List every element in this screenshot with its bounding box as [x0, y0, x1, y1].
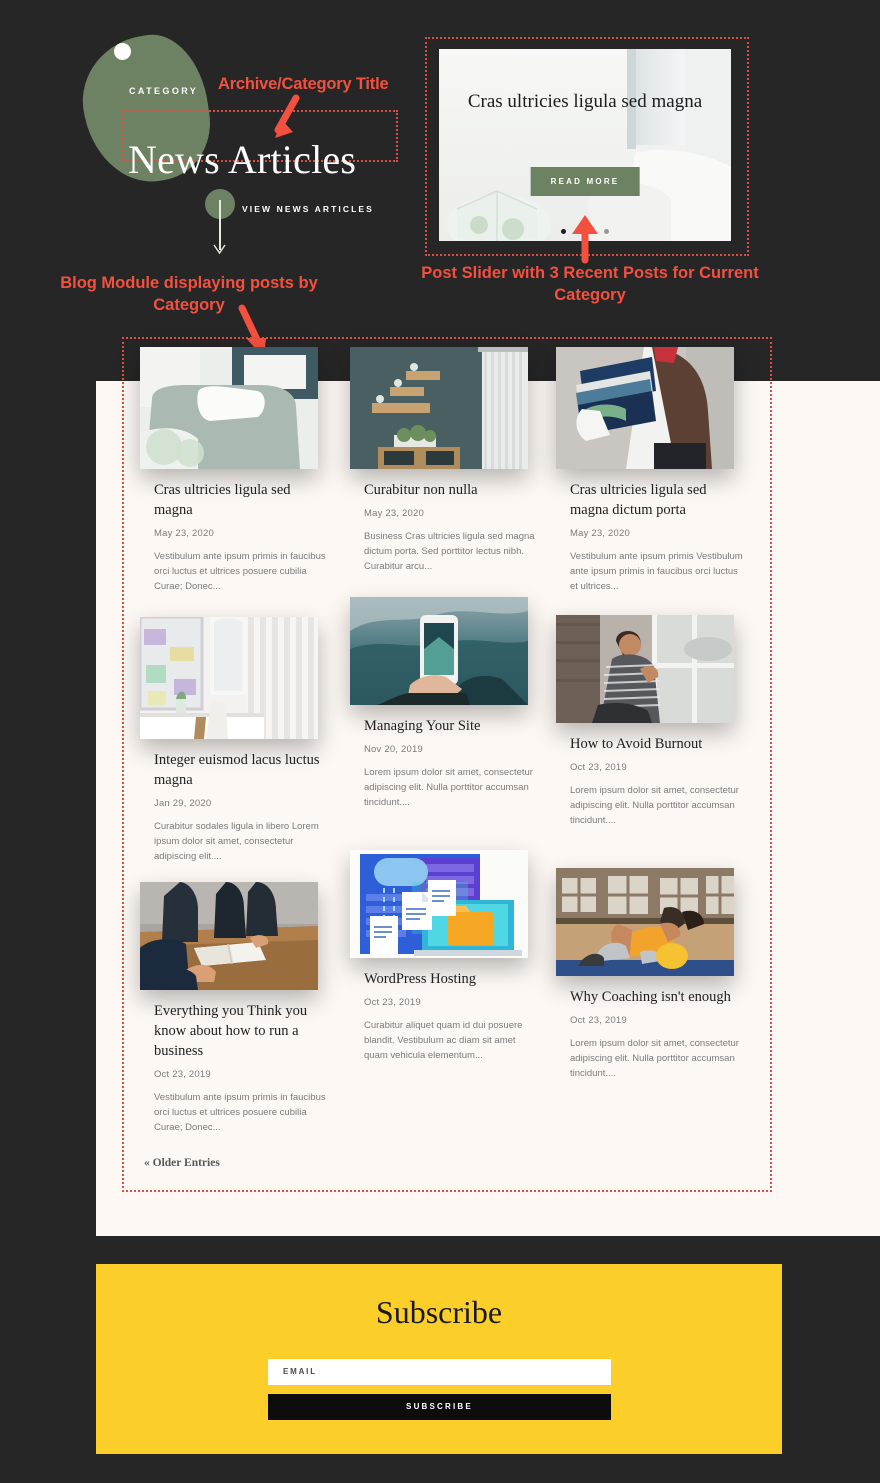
post-excerpt: Curabitur aliquet quam id dui posuere bl…: [364, 1020, 523, 1061]
subscribe-title: Subscribe: [375, 1294, 503, 1330]
post-thumbnail[interactable]: [556, 615, 734, 723]
annotation-blog-module: Blog Module displaying posts by Category: [60, 274, 318, 314]
post-thumbnail[interactable]: [350, 347, 528, 469]
post-date: Oct 23, 2019: [364, 997, 421, 1008]
post-image-8: [350, 850, 528, 958]
post-excerpt: Lorem ipsum dolor sit amet, consectetur …: [570, 1038, 739, 1079]
older-entries-link[interactable]: « Older Entries: [144, 1157, 220, 1169]
post-image-3: [556, 347, 734, 469]
post-date: May 23, 2020: [154, 528, 214, 539]
post-date: Oct 23, 2019: [570, 762, 627, 773]
annotation-arrow-title-icon: [274, 94, 300, 138]
post-title[interactable]: Why Coaching isn't enough: [570, 987, 746, 1007]
slider-read-more-button[interactable]: READ MORE: [530, 167, 640, 196]
post-excerpt: Curabitur sodales ligula in libero Lorem…: [154, 821, 319, 862]
post-thumbnail[interactable]: [350, 850, 528, 958]
post-thumbnail[interactable]: [140, 617, 318, 739]
post-image-7: [140, 882, 318, 990]
post-date: Oct 23, 2019: [154, 1069, 211, 1080]
slider-dot-1[interactable]: [561, 229, 567, 234]
post-image-2: [350, 347, 528, 469]
slider-dot-3[interactable]: [603, 229, 609, 234]
post-excerpt: Vestibulum ante ipsum primis Vestibulum …: [570, 551, 743, 592]
post-image-1: [140, 347, 318, 469]
post-title[interactable]: Integer euismod lacus luctus magna: [154, 750, 330, 790]
category-eyebrow-label: CATEGORY: [129, 86, 199, 96]
decorative-dot-icon: [114, 43, 131, 60]
annotation-archive-title: Archive/Category Title: [218, 75, 389, 93]
post-date: Oct 23, 2019: [570, 1015, 627, 1026]
post-title[interactable]: WordPress Hosting: [364, 969, 540, 989]
post-image-6: [556, 615, 734, 723]
post-thumbnail[interactable]: [556, 868, 734, 976]
subscribe-section: Subscribe EMAIL SUBSCRIBE: [96, 1264, 782, 1454]
email-field-placeholder: EMAIL: [283, 1367, 317, 1376]
post-excerpt: Lorem ipsum dolor sit amet, consectetur …: [570, 785, 739, 826]
scroll-indicator-line-icon: [219, 200, 221, 250]
slider-post-title: Cras ultricies ligula sed magna: [467, 91, 703, 112]
post-thumbnail[interactable]: [140, 347, 318, 469]
post-date: May 23, 2020: [570, 528, 630, 539]
post-date: May 23, 2020: [364, 508, 424, 519]
post-thumbnail[interactable]: [350, 597, 528, 705]
post-excerpt: Vestibulum ante ipsum primis in faucibus…: [154, 1092, 326, 1133]
post-date: Jan 29, 2020: [154, 798, 212, 809]
blog-module: Cras ultricies ligula sed magna May 23, …: [122, 337, 768, 1188]
post-title[interactable]: How to Avoid Burnout: [570, 734, 746, 754]
post-excerpt: Vestibulum ante ipsum primis in faucibus…: [154, 551, 326, 592]
annotation-arrow-slider-icon: [572, 215, 598, 264]
post-title[interactable]: Managing Your Site: [364, 716, 540, 736]
post-title[interactable]: Curabitur non nulla: [364, 480, 540, 500]
post-thumbnail[interactable]: [556, 347, 734, 469]
hero-section: CATEGORY News Articles Archive/Category …: [0, 0, 880, 381]
page-root: CATEGORY News Articles Archive/Category …: [0, 0, 880, 1483]
post-title[interactable]: Cras ultricies ligula sed magna dictum p…: [570, 480, 746, 520]
post-thumbnail[interactable]: [140, 882, 318, 990]
post-image-4: [140, 617, 318, 739]
post-image-9: [556, 868, 734, 976]
post-date: Nov 20, 2019: [364, 744, 423, 755]
subscribe-button[interactable]: SUBSCRIBE: [268, 1394, 611, 1420]
post-title[interactable]: Cras ultricies ligula sed magna: [154, 480, 330, 520]
annotation-post-slider: Post Slider with 3 Recent Posts for Curr…: [421, 264, 759, 304]
scroll-indicator-label: VIEW NEWS ARTICLES: [242, 204, 374, 214]
chevron-down-icon: [213, 244, 226, 255]
post-excerpt: Lorem ipsum dolor sit amet, consectetur …: [364, 767, 533, 808]
post-image-5: [350, 597, 528, 705]
post-excerpt: Business Cras ultricies ligula sed magna…: [364, 531, 535, 572]
email-field[interactable]: EMAIL: [268, 1359, 611, 1385]
post-title[interactable]: Everything you Think you know about how …: [154, 1001, 330, 1061]
